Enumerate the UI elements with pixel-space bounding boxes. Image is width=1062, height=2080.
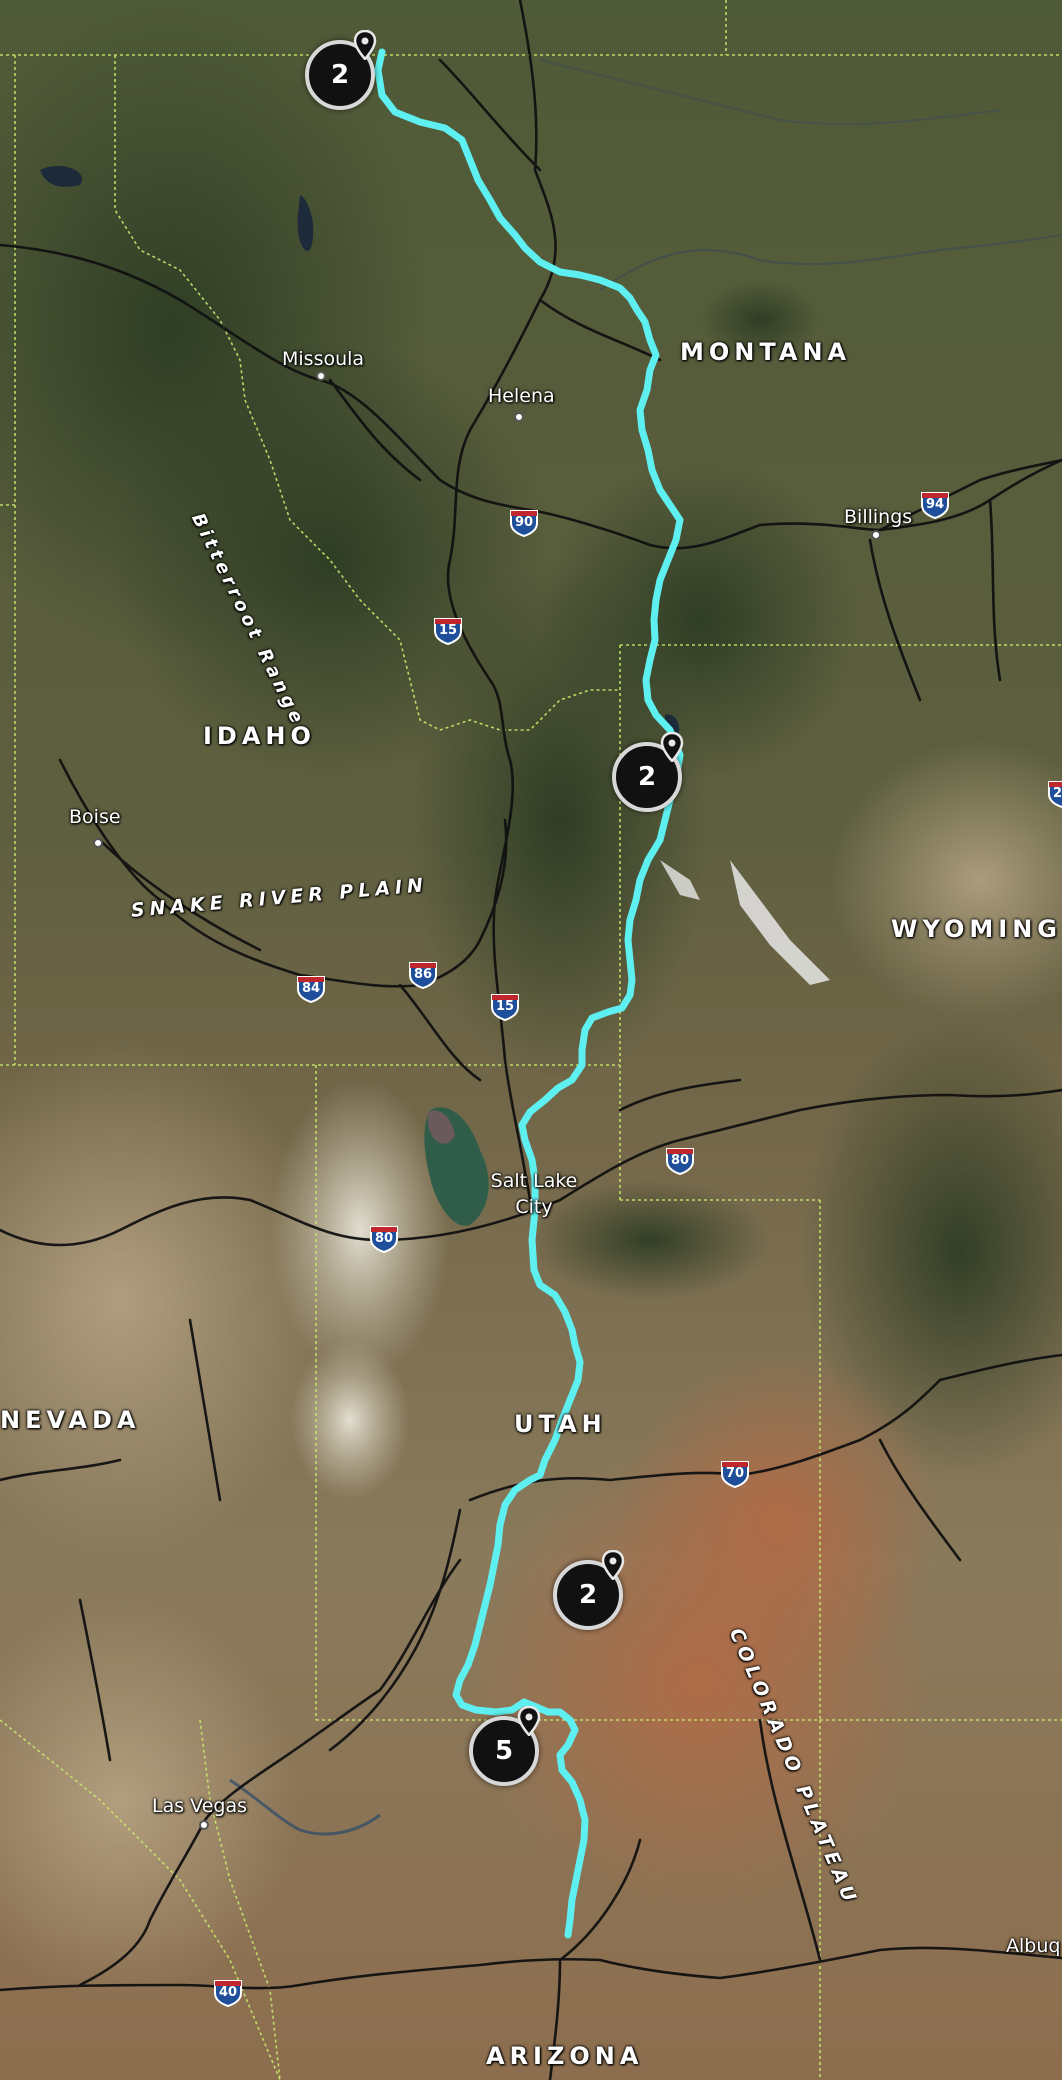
city-dot <box>199 1820 209 1830</box>
city-dot <box>93 838 103 848</box>
interstate-number: 15 <box>438 623 458 638</box>
cluster-marker[interactable]: 2 <box>553 1550 625 1630</box>
state-label-nevada: NEVADA <box>0 1406 141 1434</box>
location-pin-icon <box>353 30 377 60</box>
interstate-number: 15 <box>495 999 515 1014</box>
interstate-shield: 80 <box>664 1143 696 1175</box>
city-label-boise: Boise <box>69 806 121 828</box>
interstate-number: 94 <box>925 497 945 512</box>
city-label-albuquerque: Albuq <box>1006 1935 1061 1957</box>
interstate-shield: 70 <box>719 1456 751 1488</box>
state-label-arizona: ARIZONA <box>486 2042 644 2070</box>
city-label-salt-lake-city: Salt Lake City <box>490 1170 578 1218</box>
cluster-count: 5 <box>494 1736 514 1766</box>
city-label-missoula: Missoula <box>282 348 365 370</box>
cluster-marker[interactable]: 2 <box>612 732 684 812</box>
interstate-number: 40 <box>218 1985 238 2000</box>
city-label-billings: Billings <box>844 506 913 528</box>
interstate-number: 80 <box>374 1231 394 1246</box>
city-label-las-vegas: Las Vegas <box>152 1795 247 1817</box>
interstate-number: 90 <box>514 515 534 530</box>
cluster-marker[interactable]: 5 <box>469 1706 541 1786</box>
cluster-count: 2 <box>578 1580 598 1610</box>
location-pin-icon <box>517 1706 541 1736</box>
city-dot <box>514 412 524 422</box>
city-dot <box>871 530 881 540</box>
interstate-number: 25 <box>1052 786 1062 801</box>
state-label-utah: UTAH <box>514 1410 607 1438</box>
interstate-shield: 80 <box>368 1221 400 1253</box>
state-label-montana: MONTANA <box>680 338 852 366</box>
location-pin-icon <box>601 1550 625 1580</box>
interstate-number: 80 <box>670 1153 690 1168</box>
interstate-shield: 94 <box>919 487 951 519</box>
state-label-wyoming: WYOMING <box>891 915 1062 943</box>
state-label-idaho: IDAHO <box>203 722 316 750</box>
cluster-count: 2 <box>330 60 350 90</box>
interstate-number: 86 <box>413 967 433 982</box>
interstate-shield: 25 <box>1046 776 1062 808</box>
city-label-helena: Helena <box>488 385 555 407</box>
interstate-shield: 86 <box>407 957 439 989</box>
interstate-shield: 90 <box>508 505 540 537</box>
interstate-number: 70 <box>725 1466 745 1481</box>
interstate-number: 84 <box>301 981 321 996</box>
interstate-shield: 15 <box>489 989 521 1021</box>
city-dot <box>316 371 326 381</box>
location-pin-icon <box>660 732 684 762</box>
interstate-shield: 15 <box>432 613 464 645</box>
interstate-shield: 40 <box>212 1975 244 2007</box>
interstate-shield: 84 <box>295 971 327 1003</box>
cluster-count: 2 <box>637 762 657 792</box>
map-view[interactable]: MONTANA IDAHO WYOMING NEVADA UTAH ARIZON… <box>0 0 1062 2080</box>
cluster-marker[interactable]: 2 <box>305 30 377 110</box>
